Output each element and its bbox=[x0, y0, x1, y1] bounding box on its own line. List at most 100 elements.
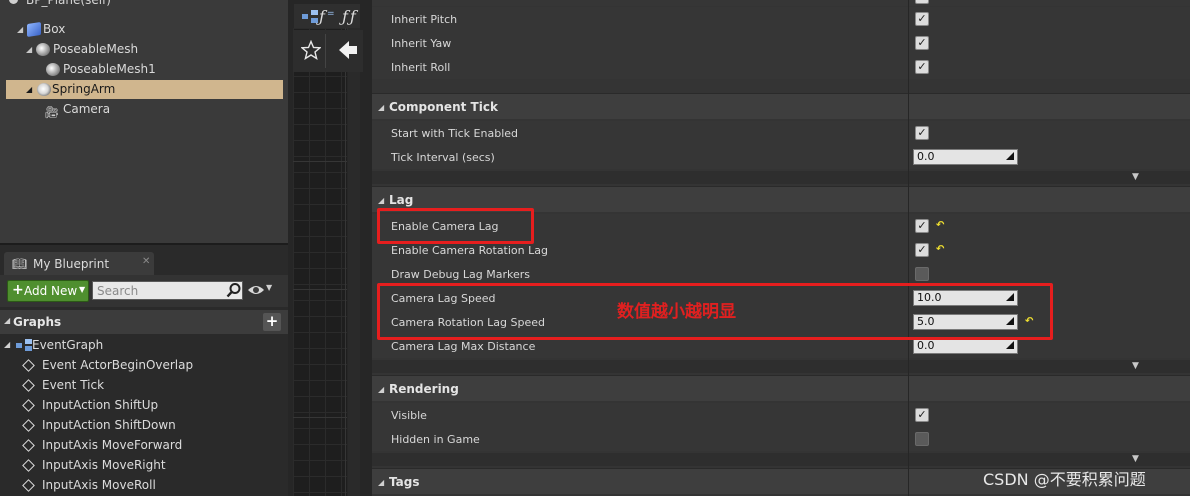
camera-lag-max-distance-field[interactable]: 0.0 bbox=[913, 338, 1018, 354]
tree-root-label: BP_Plane(self) bbox=[26, 0, 111, 7]
graph-scrollbar[interactable] bbox=[348, 28, 360, 496]
tree-row-springarm[interactable]: ◢ SpringArm bbox=[6, 80, 283, 99]
toolbar-divider bbox=[325, 34, 326, 68]
reset-to-default-icon[interactable]: ↶ bbox=[936, 220, 944, 231]
macro-icon: = bbox=[327, 9, 335, 19]
chevron-down-icon[interactable]: ▼ bbox=[266, 283, 272, 292]
property-row-tick-interval: Tick Interval (secs) 0.0 bbox=[372, 145, 1190, 169]
spring-arm-icon bbox=[37, 83, 51, 96]
hidden-in-game-checkbox[interactable] bbox=[915, 432, 929, 446]
search-icon[interactable] bbox=[226, 282, 242, 298]
tree-row-camera[interactable]: 🎥︎ Camera bbox=[0, 100, 288, 119]
drag-handle-icon[interactable] bbox=[1006, 341, 1014, 349]
eye-icon[interactable] bbox=[247, 284, 265, 296]
property-label: Inherit Pitch bbox=[391, 13, 458, 26]
advanced-expander[interactable]: ▼ bbox=[372, 453, 1190, 466]
tab-my-blueprint[interactable]: 📖︎ My Blueprint ✕ bbox=[4, 252, 154, 277]
property-label: Inherit Roll bbox=[391, 61, 451, 74]
event-label: Event Tick bbox=[42, 378, 105, 392]
start-with-tick-checkbox[interactable]: ✓ bbox=[915, 126, 929, 140]
event-label: InputAxis MoveRoll bbox=[42, 478, 156, 492]
checkbox[interactable]: ✓ bbox=[915, 0, 929, 4]
property-label: Draw Debug Lag Markers bbox=[391, 268, 530, 281]
drag-handle-icon[interactable] bbox=[1006, 152, 1014, 160]
draw-debug-lag-markers-checkbox[interactable] bbox=[915, 267, 929, 281]
watermark: CSDN @不要积累问题 bbox=[983, 470, 1146, 489]
property-row-draw-debug-lag-markers: Draw Debug Lag Markers bbox=[372, 262, 1190, 286]
enable-camera-rotation-lag-checkbox[interactable]: ✓ bbox=[915, 243, 929, 257]
blueprint-book-icon: 📖︎ bbox=[12, 257, 28, 271]
event-label: Event ActorBeginOverlap bbox=[42, 358, 194, 372]
components-tree: BP_Plane(self) ◢ Box ◢ PoseableMesh Pose… bbox=[0, 0, 288, 243]
add-graph-button[interactable]: + bbox=[263, 313, 281, 331]
property-row-visible: Visible ✓ bbox=[372, 403, 1190, 427]
function-icon[interactable]: ƒ bbox=[319, 7, 325, 26]
event-diamond-icon bbox=[22, 419, 35, 432]
details-panel: ✓ Inherit Pitch ✓ Inherit Yaw ✓ Inherit … bbox=[372, 0, 1190, 496]
inherit-roll-checkbox[interactable]: ✓ bbox=[915, 60, 929, 74]
tree-item-label: PoseableMesh bbox=[53, 42, 139, 56]
property-label: Visible bbox=[391, 409, 427, 422]
collapse-arrow-icon: ◢ bbox=[378, 478, 385, 487]
tree-row-root[interactable]: BP_Plane(self) bbox=[0, 0, 288, 10]
search-input[interactable] bbox=[92, 281, 243, 300]
tree-row-box[interactable]: ◢ Box bbox=[0, 20, 288, 39]
category-component-tick[interactable]: ◢ Component Tick bbox=[372, 93, 1190, 119]
collapse-arrow-icon: ◢ bbox=[4, 316, 11, 325]
expand-arrow-icon: ◢ bbox=[17, 25, 24, 34]
reset-to-default-icon[interactable]: ↶ bbox=[1025, 316, 1033, 327]
drag-handle-icon[interactable] bbox=[1006, 293, 1014, 301]
star-icon[interactable] bbox=[301, 40, 321, 60]
graphs-header-label: Graphs bbox=[13, 315, 62, 329]
advanced-expander[interactable]: ▼ bbox=[372, 171, 1190, 184]
tree-item-label: Box bbox=[43, 22, 66, 36]
expand-arrow-icon: ◢ bbox=[26, 45, 33, 54]
tree-row-poseablemesh[interactable]: ◢ PoseableMesh bbox=[0, 40, 288, 59]
editor-tab-icons: ƒ = ƒƒ bbox=[294, 4, 360, 30]
camera-lag-speed-field[interactable]: 10.0 bbox=[913, 290, 1018, 306]
expand-arrow-icon: ◢ bbox=[26, 85, 33, 94]
expand-chevron-icon: ▼ bbox=[1132, 454, 1139, 464]
reset-to-default-icon[interactable]: ↶ bbox=[936, 244, 944, 255]
property-row-enable-camera-lag: Enable Camera Lag ✓ ↶ bbox=[372, 214, 1190, 238]
add-new-button[interactable]: + Add New ▼ bbox=[7, 280, 89, 302]
event-label: InputAxis MoveForward bbox=[42, 438, 183, 452]
property-row-partial: ✓ bbox=[372, 0, 1190, 6]
box-icon bbox=[27, 22, 41, 37]
camera-rotation-lag-speed-field[interactable]: 5.0 bbox=[913, 314, 1018, 330]
expand-chevron-icon: ▼ bbox=[1132, 361, 1139, 371]
property-row-camera-lag-speed: Camera Lag Speed 10.0 bbox=[372, 286, 1190, 310]
graph-icon[interactable] bbox=[302, 10, 318, 24]
visible-checkbox[interactable]: ✓ bbox=[915, 408, 929, 422]
component-icon bbox=[9, 0, 18, 4]
expand-chevron-icon: ▼ bbox=[1132, 172, 1139, 182]
enable-camera-lag-checkbox[interactable]: ✓ bbox=[915, 219, 929, 233]
mesh-icon bbox=[46, 63, 60, 76]
graphs-section-header[interactable]: ◢ Graphs + bbox=[0, 310, 288, 334]
property-row-inherit-pitch: Inherit Pitch ✓ bbox=[372, 7, 1190, 31]
category-title: Lag bbox=[389, 193, 414, 207]
property-label: Camera Rotation Lag Speed bbox=[391, 316, 545, 329]
property-label: Tick Interval (secs) bbox=[391, 151, 495, 164]
inherit-pitch-checkbox[interactable]: ✓ bbox=[915, 12, 929, 26]
event-diamond-icon bbox=[22, 399, 35, 412]
tree-row-poseablemesh1[interactable]: PoseableMesh1 bbox=[0, 60, 288, 79]
category-rendering[interactable]: ◢ Rendering bbox=[372, 375, 1190, 401]
advanced-expander[interactable]: ▼ bbox=[372, 360, 1190, 373]
category-lag[interactable]: ◢ Lag bbox=[372, 186, 1190, 212]
property-row-camera-rotation-lag-speed: Camera Rotation Lag Speed 5.0 ↶ bbox=[372, 310, 1190, 334]
property-label: Camera Lag Speed bbox=[391, 292, 496, 305]
tick-interval-field[interactable]: 0.0 bbox=[913, 149, 1018, 165]
inherit-yaw-checkbox[interactable]: ✓ bbox=[915, 36, 929, 50]
graph-grid[interactable] bbox=[293, 28, 347, 496]
back-arrow-icon[interactable] bbox=[337, 39, 359, 61]
close-icon[interactable]: ✕ bbox=[142, 256, 150, 267]
collapse-arrow-icon: ◢ bbox=[378, 103, 385, 112]
tree-item-label: PoseableMesh1 bbox=[63, 62, 156, 76]
drag-handle-icon[interactable] bbox=[1006, 317, 1014, 325]
functions-icon[interactable]: ƒƒ bbox=[342, 7, 358, 26]
event-diamond-icon bbox=[22, 439, 35, 452]
collapse-arrow-icon: ◢ bbox=[378, 385, 385, 394]
event-label: InputAction ShiftDown bbox=[42, 418, 176, 432]
event-diamond-icon bbox=[22, 459, 35, 472]
